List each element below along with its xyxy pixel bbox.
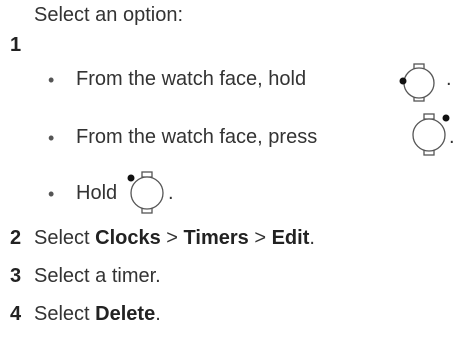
- bullet: •: [48, 184, 55, 204]
- option-suffix: .: [168, 182, 174, 204]
- step-number: 3: [10, 265, 22, 287]
- step-text: Select Clocks > Timers > Edit.: [34, 227, 315, 249]
- step-number: 4: [10, 303, 22, 325]
- option-suffix: .: [446, 68, 452, 90]
- bullet: •: [48, 70, 55, 90]
- option-text: From the watch face, press: [76, 126, 318, 148]
- step-text: Select Delete.: [34, 303, 161, 325]
- option-suffix: .: [449, 126, 455, 148]
- watch-button-left-icon: [399, 63, 435, 102]
- step-text: Select an option:: [34, 4, 183, 26]
- menu-edit: Edit: [271, 227, 310, 249]
- option-text: Hold: [76, 182, 118, 204]
- step-number: 1: [10, 34, 22, 56]
- menu-clocks: Clocks: [95, 227, 161, 249]
- step-number: 2: [10, 227, 22, 249]
- menu-delete: Delete: [95, 303, 156, 325]
- watch-button-top-left-icon: [127, 171, 164, 214]
- bullet: •: [48, 128, 55, 148]
- menu-timers: Timers: [183, 227, 249, 249]
- step-text: Select a timer.: [34, 265, 161, 287]
- option-text: From the watch face, hold: [76, 68, 307, 90]
